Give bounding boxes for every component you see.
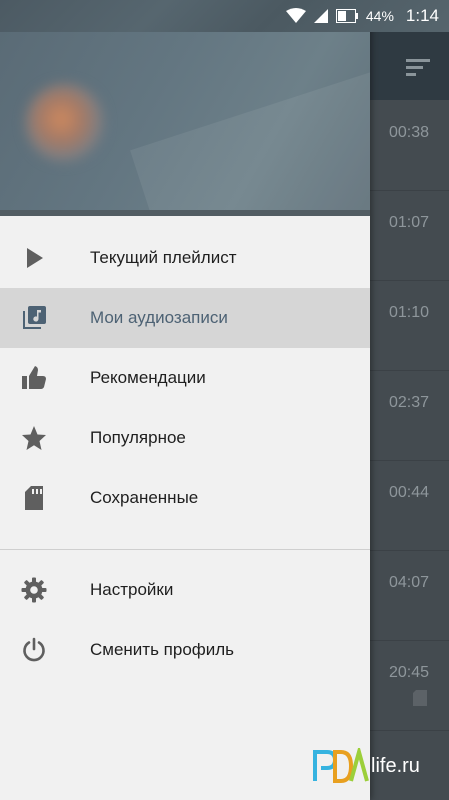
track-duration: 00:44 xyxy=(388,484,429,501)
battery-icon xyxy=(335,9,358,23)
track-row[interactable]: 02:37 xyxy=(370,370,449,461)
header-decoration xyxy=(130,69,370,216)
track-duration: 04:07 xyxy=(388,574,429,591)
watermark-logo xyxy=(313,748,369,783)
drawer-header[interactable] xyxy=(0,32,370,216)
track-row[interactable]: 20:45 xyxy=(370,640,449,731)
menu-item-label: Сменить профиль xyxy=(90,640,235,659)
library-music-icon xyxy=(21,305,47,331)
avatar[interactable] xyxy=(26,84,104,162)
menu-item-label: Настройки xyxy=(90,580,174,599)
track-duration: 01:10 xyxy=(388,304,429,321)
header-divider xyxy=(0,210,370,216)
track-row[interactable]: 01:07 xyxy=(370,190,449,281)
track-row[interactable]: 01:10 xyxy=(370,280,449,371)
menu-item-saved[interactable]: Сохраненные xyxy=(0,468,370,528)
menu-item-switch-profile[interactable]: Сменить профиль xyxy=(0,620,370,680)
clock: 1:14 xyxy=(405,6,439,25)
cell-signal-icon xyxy=(313,9,328,23)
track-row[interactable]: 00:38 xyxy=(370,100,449,191)
menu-item-label: Рекомендации xyxy=(90,368,206,387)
track-duration: 20:45 xyxy=(388,664,429,681)
menu-item-label: Популярное xyxy=(90,428,186,447)
menu-item-label: Сохраненные xyxy=(90,488,199,507)
power-icon xyxy=(21,637,47,663)
track-duration: 02:37 xyxy=(388,394,429,411)
battery-percent: 44% xyxy=(365,8,394,24)
play-icon xyxy=(21,245,47,271)
menu-item-settings[interactable]: Настройки xyxy=(0,560,370,620)
menu-item-my-audio[interactable]: Мои аудиозаписи xyxy=(0,288,370,348)
wifi-icon xyxy=(285,8,306,23)
menu-item-popular[interactable]: Популярное xyxy=(0,408,370,468)
status-bar: 44% 1:14 xyxy=(0,0,449,32)
track-row[interactable]: 00:44 xyxy=(370,460,449,551)
gear-icon xyxy=(21,577,47,603)
sort-icon[interactable] xyxy=(404,56,434,78)
track-row[interactable]: 04:07 xyxy=(370,550,449,641)
menu-item-recommendations[interactable]: Рекомендации xyxy=(0,348,370,408)
star-icon xyxy=(21,425,47,451)
menu-item-current-playlist[interactable]: Текущий плейлист xyxy=(0,228,370,288)
track-duration: 00:38 xyxy=(388,124,429,141)
navigation-drawer: Текущий плейлист Мои аудиозаписи Рекомен… xyxy=(0,0,370,800)
thumb-up-icon xyxy=(21,365,47,391)
menu-item-label: Текущий плейлист xyxy=(90,248,237,267)
menu-item-label: Мои аудиозаписи xyxy=(90,308,228,327)
saved-icon xyxy=(413,690,427,706)
track-duration: 01:07 xyxy=(388,214,429,231)
sd-card-icon xyxy=(21,485,47,511)
drawer-menu: Текущий плейлист Мои аудиозаписи Рекомен… xyxy=(0,228,370,680)
watermark-text: life.ru xyxy=(371,754,420,777)
menu-divider xyxy=(0,549,370,550)
watermark: life.ru xyxy=(311,745,443,787)
